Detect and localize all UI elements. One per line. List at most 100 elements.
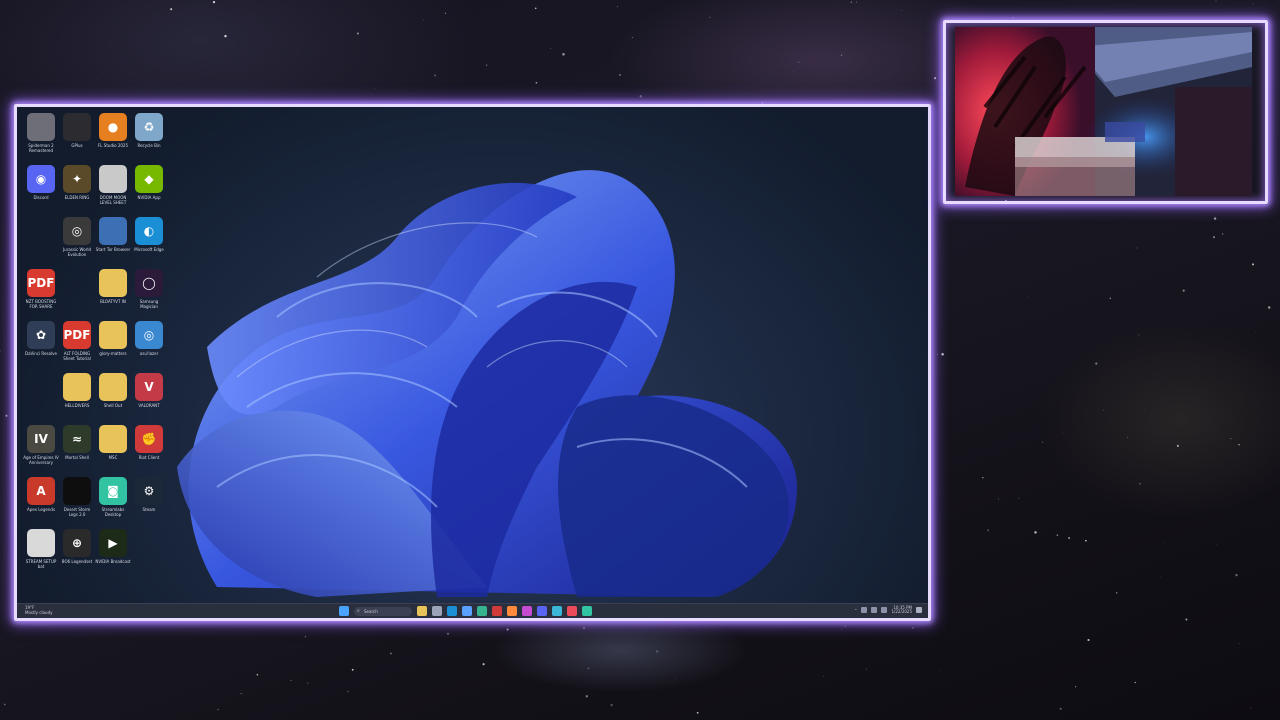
star bbox=[583, 627, 585, 629]
star bbox=[212, 0, 216, 4]
taskbar-app-app-2[interactable] bbox=[477, 606, 487, 616]
desktop-icon-label: Jurassic World Evolution bbox=[62, 247, 92, 257]
desktop-icon-riot-client[interactable]: ✊ Riot Client bbox=[131, 425, 167, 475]
desktop-icon-label: NVIDIA Broadcast bbox=[95, 559, 131, 564]
desktop-icon-elden-ring[interactable]: ✦ ELDEN RING bbox=[59, 165, 95, 215]
star bbox=[1250, 707, 1252, 709]
desktop-icon-bo6-legendset[interactable]: ⊕ BO6 Legendset bbox=[59, 529, 95, 579]
weather-widget[interactable]: 19°F Mostly cloudy bbox=[25, 605, 53, 615]
star bbox=[1185, 618, 1188, 621]
desktop-icon-label: NVIDIA App bbox=[137, 195, 161, 200]
star bbox=[562, 53, 565, 56]
desktop-icon-recycle-bin[interactable]: ♻ Recycle Bin bbox=[131, 113, 167, 163]
star bbox=[937, 353, 938, 355]
desktop-icon-jurassic-world-evolution[interactable]: ◎ Jurassic World Evolution bbox=[59, 217, 95, 267]
notification-icon[interactable] bbox=[916, 607, 922, 613]
webcam-room-image bbox=[955, 27, 1252, 196]
desktop-icon-microsoft-edge[interactable]: ◐ Microsoft Edge bbox=[131, 217, 167, 267]
taskbar-app-task-view[interactable] bbox=[432, 606, 442, 616]
app-icon: ◙ bbox=[99, 477, 127, 505]
desktop-icon-label: Desert Storm Legs 2.0 bbox=[63, 507, 91, 517]
taskbar-app-app-6[interactable] bbox=[537, 606, 547, 616]
star bbox=[1267, 306, 1271, 309]
desktop-icon-discord[interactable]: ◉ Discord bbox=[23, 165, 59, 215]
star bbox=[1213, 236, 1215, 239]
desktop-icon-glory-matters[interactable]: glory-matters bbox=[95, 321, 131, 371]
star bbox=[1116, 592, 1118, 594]
desktop-icon-stream-setup-bat[interactable]: STREAM SETUP bat bbox=[23, 529, 59, 579]
network-icon[interactable] bbox=[861, 607, 868, 613]
star bbox=[934, 77, 937, 80]
desktop-icon-steam[interactable]: ⚙ Steam bbox=[131, 477, 167, 527]
desktop-icon-bloatyvt-in[interactable]: BLOATYVT IN bbox=[95, 269, 131, 319]
star bbox=[304, 635, 307, 638]
star bbox=[1235, 573, 1238, 577]
speaker-icon[interactable] bbox=[871, 607, 878, 613]
taskbar-app-app-5[interactable] bbox=[522, 606, 532, 616]
battery-icon[interactable] bbox=[881, 607, 888, 613]
taskbar-app-app-8[interactable] bbox=[567, 606, 577, 616]
taskbar-app-app-3[interactable] bbox=[492, 606, 502, 616]
star bbox=[215, 26, 217, 28]
desktop-icon-gplus[interactable]: GPlus bbox=[59, 113, 95, 163]
star bbox=[1103, 409, 1105, 411]
app-icon: ⚙ bbox=[135, 477, 163, 505]
desktop-icon-label: BLOATYVT IN bbox=[100, 299, 126, 304]
desktop-icon-shell-out[interactable]: Shell Out bbox=[95, 373, 131, 423]
desktop-icon-label: Samsung Magician bbox=[139, 299, 159, 309]
taskbar-app-app-7[interactable] bbox=[552, 606, 562, 616]
star bbox=[224, 34, 227, 38]
desktop-icon-osu-lazer[interactable]: ◎ osu!lazer bbox=[131, 321, 167, 371]
desktop-icon-fl-studio-2025[interactable]: ● FL Studio 2025 bbox=[95, 113, 131, 163]
desktop-icon-alt-folding-sheet-tutorial[interactable]: PDF ALT FOLDING Sheet Tutorial bbox=[59, 321, 95, 371]
desktop-icon-start-tor-browser[interactable]: Start Tor Browser bbox=[95, 217, 131, 267]
desktop-icon-nvidia-app[interactable]: ◆ NVIDIA App bbox=[131, 165, 167, 215]
desktop-icon-label: Apex Legends bbox=[26, 507, 56, 512]
desktop-icon-desert-storm-legs-2-0[interactable]: Desert Storm Legs 2.0 bbox=[59, 477, 95, 527]
star bbox=[1238, 642, 1240, 644]
taskbar-app-edge[interactable] bbox=[447, 606, 457, 616]
desktop-icon-nzt-boosting-for-share[interactable]: PDF NZT BOOSTING FOR SHARE bbox=[23, 269, 59, 319]
star bbox=[901, 10, 903, 11]
star bbox=[823, 675, 824, 677]
desktop-icon-apex-legends[interactable]: A Apex Legends bbox=[23, 477, 59, 527]
star bbox=[619, 74, 621, 76]
taskbar-app-app-4[interactable] bbox=[507, 606, 517, 616]
star bbox=[0, 350, 1, 352]
desktop-icon-valorant[interactable]: V VALORANT bbox=[131, 373, 167, 423]
star bbox=[256, 673, 259, 676]
taskbar-app-app-9[interactable] bbox=[582, 606, 592, 616]
desktop-icon-nvidia-broadcast[interactable]: ▶ NVIDIA Broadcast bbox=[95, 529, 131, 579]
star bbox=[3, 703, 6, 706]
star bbox=[5, 414, 8, 417]
desktop-icon-davinci-resolve[interactable]: ✿ DaVinci Resolve bbox=[23, 321, 59, 371]
app-icon: IV bbox=[27, 425, 55, 453]
taskbar-search[interactable]: ⌕ Search bbox=[354, 606, 412, 616]
taskbar-clock[interactable]: 10:35 PM 1/22/2025 bbox=[891, 606, 912, 614]
app-icon: ◆ bbox=[135, 165, 163, 193]
app-icon: ▶ bbox=[99, 529, 127, 557]
app-icon: PDF bbox=[63, 321, 91, 349]
desktop-screen: Spiderman 2 Remastered GPlus ● FL Studio 20… bbox=[17, 107, 928, 618]
start-button[interactable] bbox=[339, 606, 349, 616]
desktop-icon-samsung-magician[interactable]: ◯ Samsung Magician bbox=[131, 269, 167, 319]
desktop-icon-label: glory-matters bbox=[99, 351, 127, 356]
star bbox=[217, 708, 219, 711]
star bbox=[856, 1, 857, 3]
desktop-icon-age-of-empires-iv-anniversary-edition[interactable]: IV Age of Empires IV Anniversary Edition bbox=[23, 425, 59, 475]
desktop-icon-label: Mortal Shell bbox=[65, 455, 89, 460]
chevron-up-icon[interactable]: ⌃ bbox=[854, 608, 857, 613]
star bbox=[982, 476, 984, 479]
desktop-icon-doom-moon-level-sheet[interactable]: DOOM MOON LEVEL SHEET bbox=[95, 165, 131, 215]
star bbox=[1138, 334, 1140, 336]
desktop-icon-msc[interactable]: MSC bbox=[95, 425, 131, 475]
taskbar-app-file-explorer[interactable] bbox=[417, 606, 427, 616]
desktop-icon-streamlabs-desktop[interactable]: ◙ Streamlabs Desktop bbox=[95, 477, 131, 527]
star bbox=[307, 682, 309, 684]
desktop-icon-spiderman-2-remastered[interactable]: Spiderman 2 Remastered bbox=[23, 113, 59, 163]
star bbox=[1221, 233, 1224, 235]
taskbar-app-app-1[interactable] bbox=[462, 606, 472, 616]
app-icon bbox=[99, 373, 127, 401]
desktop-icon-mortal-shell[interactable]: ≈ Mortal Shell bbox=[59, 425, 95, 475]
desktop-icon-helldivers[interactable]: HELLDIVERS bbox=[59, 373, 95, 423]
